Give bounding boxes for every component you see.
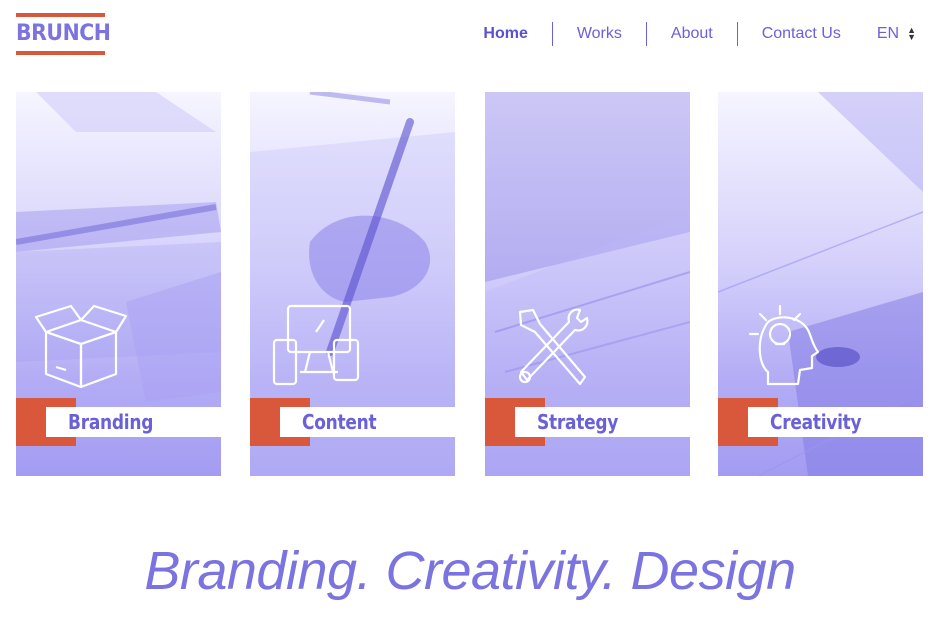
card-label: Content xyxy=(302,410,377,434)
card-content[interactable]: Content xyxy=(250,92,455,476)
tools-icon xyxy=(518,308,589,386)
logo-bar-top xyxy=(16,13,105,17)
brand-logo[interactable]: BRUNCH xyxy=(16,13,111,55)
logo-bar-bottom xyxy=(16,51,105,55)
updown-caret-icon: ▲ ▼ xyxy=(907,25,916,42)
card-label: Branding xyxy=(68,410,154,434)
card-label: Strategy xyxy=(537,410,619,434)
nav-about[interactable]: About xyxy=(647,20,737,48)
devices-icon xyxy=(272,304,360,386)
card-creativity[interactable]: Creativity xyxy=(718,92,923,476)
card-label: Creativity xyxy=(770,410,862,434)
card-branding[interactable]: Branding xyxy=(16,92,221,476)
nav-contact-us[interactable]: Contact Us xyxy=(738,20,865,48)
nav-home[interactable]: Home xyxy=(459,20,551,48)
idea-head-icon xyxy=(748,304,820,386)
card-strategy[interactable]: Strategy xyxy=(485,92,690,476)
logo-text: BRUNCH xyxy=(16,21,111,46)
box-icon xyxy=(34,304,128,389)
nav-works[interactable]: Works xyxy=(553,20,646,48)
language-value: EN xyxy=(876,25,900,42)
language-selector[interactable]: EN ▲ ▼ xyxy=(865,25,916,43)
hero-tagline: Branding. Creativity. Design xyxy=(144,541,796,601)
main-nav: Home Works About Contact Us EN ▲ ▼ xyxy=(459,20,916,48)
